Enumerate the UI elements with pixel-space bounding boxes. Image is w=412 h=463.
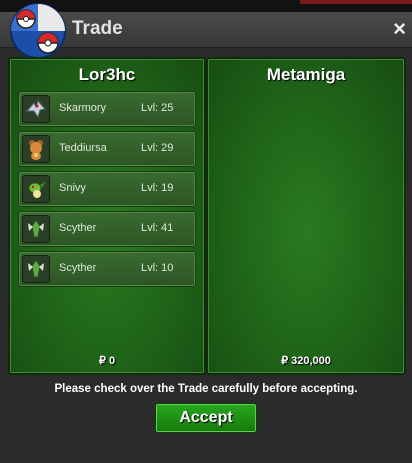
accept-button[interactable]: Accept	[155, 403, 257, 433]
pokemon-level: Lvl: 19	[141, 182, 174, 194]
left-trade-panel: Lor3hc Skarmory Lvl: 25 Teddiursa Lvl: 2…	[8, 57, 206, 375]
snivy-icon	[22, 175, 50, 203]
pokemon-level: Lvl: 25	[141, 102, 174, 114]
right-trade-panel: Metamiga ₽ 320,000	[206, 57, 406, 375]
left-player-name: Lor3hc	[78, 65, 136, 84]
trade-logo-icon	[10, 3, 66, 59]
pokemon-slot[interactable]: Skarmory Lvl: 25	[18, 91, 196, 127]
left-pokemon-list: Skarmory Lvl: 25 Teddiursa Lvl: 29 Snivy…	[18, 91, 196, 291]
pokemon-level: Lvl: 41	[141, 222, 174, 234]
trade-window: Trade × Lor3hc Skarmory Lvl: 25 Teddiurs…	[0, 3, 412, 463]
pokemon-level: Lvl: 29	[141, 142, 174, 154]
window-title: Trade	[72, 18, 123, 39]
pokemon-level: Lvl: 10	[141, 262, 174, 274]
scyther-icon	[22, 215, 50, 243]
right-player-name: Metamiga	[266, 65, 346, 84]
left-money: ₽ 0	[98, 355, 116, 367]
pokemon-slot[interactable]: Snivy Lvl: 19	[18, 171, 196, 207]
pokemon-name: Scyther	[59, 262, 97, 274]
close-button[interactable]: ×	[393, 16, 406, 42]
pokemon-name: Snivy	[59, 182, 86, 194]
pokemon-slot[interactable]: Teddiursa Lvl: 29	[18, 131, 196, 167]
top-strip-accent	[300, 0, 412, 4]
trade-notice: Please check over the Trade carefully be…	[54, 383, 358, 395]
pokemon-name: Skarmory	[59, 102, 107, 114]
pokemon-name: Teddiursa	[59, 142, 107, 154]
pokemon-name: Scyther	[59, 222, 97, 234]
right-money: ₽ 320,000	[281, 355, 331, 367]
skarmory-icon	[22, 95, 50, 123]
teddiursa-icon	[22, 135, 50, 163]
pokemon-slot[interactable]: Scyther Lvl: 41	[18, 211, 196, 247]
pokemon-slot[interactable]: Scyther Lvl: 10	[18, 251, 196, 287]
scyther-icon	[22, 255, 50, 283]
